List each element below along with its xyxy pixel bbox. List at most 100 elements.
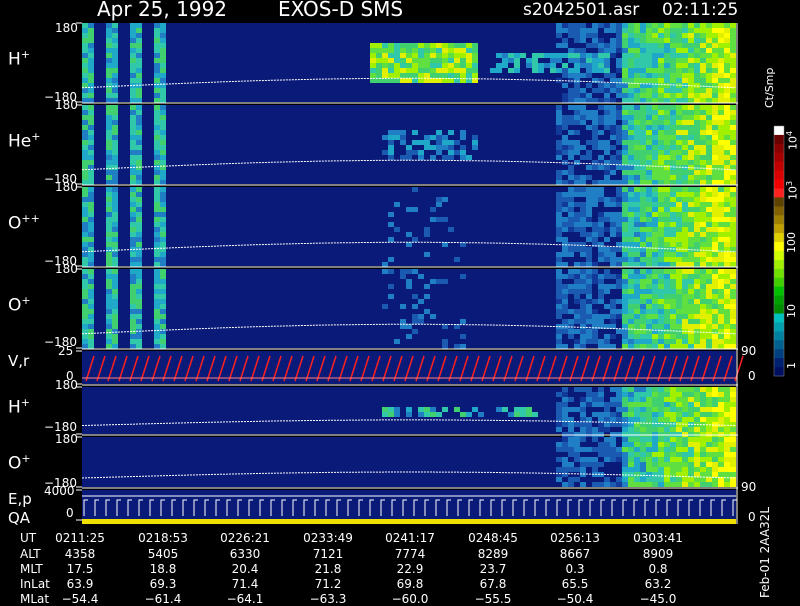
heatmap-cell [634, 180, 640, 185]
heatmap-cell [658, 98, 664, 103]
heatmap-cell [556, 407, 562, 412]
heatmap-cell [676, 202, 682, 207]
heatmap-cell [646, 160, 652, 165]
heatmap-cell [646, 88, 652, 93]
heatmap-cell [706, 412, 712, 417]
heatmap-cell [574, 93, 580, 98]
heatmap-cell [604, 202, 610, 207]
heatmap-cell [538, 68, 544, 73]
heatmap-cell [592, 334, 598, 339]
heatmap-cell [592, 222, 598, 227]
heatmap-cell [622, 427, 628, 432]
heatmap-cell [88, 78, 94, 83]
heatmap-cell [610, 412, 616, 417]
heatmap-cell [670, 289, 676, 294]
heatmap-cell [562, 28, 568, 33]
heatmap-cell [724, 38, 730, 43]
heatmap-cell [670, 397, 676, 402]
heatmap-cell [580, 387, 586, 392]
heatmap-cell [604, 165, 610, 170]
heatmap-cell [628, 23, 634, 28]
heatmap-cell [658, 48, 664, 53]
heatmap-cell [526, 63, 532, 68]
heatmap-cell [370, 73, 376, 78]
heatmap-cell [82, 299, 88, 304]
heatmap-cell [670, 155, 676, 160]
heatmap-cell [706, 28, 712, 33]
heatmap-cell [460, 43, 466, 48]
heatmap-cell [586, 324, 592, 329]
heatmap-cell [160, 135, 166, 140]
heatmap-cell [676, 257, 682, 262]
heatmap-cell [616, 309, 622, 314]
heatmap-cell [388, 73, 394, 78]
heatmap-cell [562, 462, 568, 467]
heatmap-cell [568, 93, 574, 98]
heatmap-cell [664, 252, 670, 257]
heatmap-cell [694, 334, 700, 339]
heatmap-cell [82, 319, 88, 324]
heatmap-cell [112, 115, 118, 120]
heatmap-cell [640, 309, 646, 314]
heatmap-cell [718, 110, 724, 115]
heatmap-cell [682, 212, 688, 217]
heatmap-cell [616, 115, 622, 120]
heatmap-cell [730, 207, 736, 212]
heatmap-cell [676, 135, 682, 140]
heatmap-cell [694, 48, 700, 53]
heatmap-cell [82, 217, 88, 222]
heatmap-cell [640, 242, 646, 247]
heatmap-cell [694, 447, 700, 452]
heatmap-cell [622, 329, 628, 334]
heatmap-cell [532, 63, 538, 68]
heatmap-cell [700, 269, 706, 274]
heatmap-cell [388, 53, 394, 58]
heatmap-cell [628, 329, 634, 334]
heatmap-cell [700, 247, 706, 252]
heatmap-cell [136, 309, 142, 314]
heatmap-cell [616, 88, 622, 93]
heatmap-cell [598, 38, 604, 43]
heatmap-cell [700, 38, 706, 43]
heatmap-cell [724, 462, 730, 467]
heatmap-cell [628, 217, 634, 222]
heatmap-cell [640, 187, 646, 192]
heatmap-cell [82, 145, 88, 150]
heatmap-cell [610, 88, 616, 93]
heatmap-cell [730, 48, 736, 53]
heatmap-cell [562, 227, 568, 232]
heatmap-cell [634, 392, 640, 397]
heatmap-cell [562, 150, 568, 155]
heatmap-cell [598, 397, 604, 402]
heatmap-cell [574, 187, 580, 192]
heatmap-cell [496, 63, 502, 68]
heatmap-cell [592, 274, 598, 279]
heatmap-cell [610, 202, 616, 207]
heatmap-cell [718, 422, 724, 427]
heatmap-cell [724, 279, 730, 284]
heatmap-cell [136, 262, 142, 267]
heatmap-cell [658, 422, 664, 427]
heatmap-cell [556, 58, 562, 63]
heatmap-cell [712, 304, 718, 309]
heatmap-cell [706, 115, 712, 120]
heatmap-cell [406, 145, 412, 150]
heatmap-cell [622, 110, 628, 115]
heatmap-cell [586, 155, 592, 160]
heatmap-cell [730, 299, 736, 304]
heatmap-cell [436, 68, 442, 73]
heatmap-cell [616, 68, 622, 73]
heatmap-cell [598, 482, 604, 487]
heatmap-cell [712, 202, 718, 207]
colorbar-swatch [774, 331, 784, 341]
heatmap-cell [556, 279, 562, 284]
heatmap-cell [640, 125, 646, 130]
heatmap-cell [112, 53, 118, 58]
heatmap-cell [574, 53, 580, 58]
heatmap-cell [562, 120, 568, 125]
heatmap-cell [592, 262, 598, 267]
heatmap-cell [568, 422, 574, 427]
heatmap-cell [706, 43, 712, 48]
heatmap-cell [658, 212, 664, 217]
heatmap-cell [676, 110, 682, 115]
